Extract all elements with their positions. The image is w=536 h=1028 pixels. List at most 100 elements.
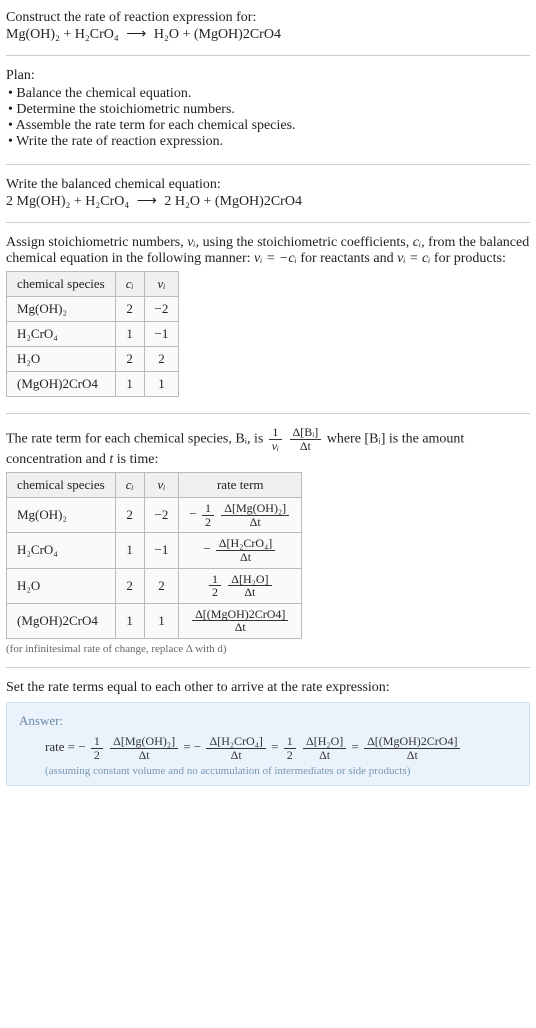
stoich-text: Assign stoichiometric numbers, xyxy=(6,235,187,250)
numerator: Δ[Bᵢ] xyxy=(290,426,322,440)
plan-item: Balance the chemical equation. xyxy=(8,86,530,102)
table-row: H₂CrO₄ 1 −1 − Δ[H₂CrO₄] Δt xyxy=(7,533,302,568)
divider xyxy=(6,222,530,223)
cell-nu: −1 xyxy=(144,533,179,568)
divider xyxy=(6,164,530,165)
col-ci: cᵢ xyxy=(115,473,144,498)
table-row: H₂O 2 2 1 2 Δ[H₂O] Δt xyxy=(7,568,302,603)
conc-fraction: Δ[H₂CrO₄] Δt xyxy=(216,537,275,563)
numerator: 1 xyxy=(202,502,214,516)
c-i: cᵢ xyxy=(413,235,421,250)
coef-fraction: 1 2 xyxy=(91,735,103,761)
numerator: 1 xyxy=(209,573,221,587)
numerator: Δ[(MgOH)2CrO4] xyxy=(364,735,460,749)
numerator: 1 xyxy=(91,735,103,749)
plan-title: Plan: xyxy=(6,68,530,84)
table-row: H₂CrO₄ 1 −1 xyxy=(7,322,179,347)
balanced-left: 2 Mg(OH)₂ + H₂CrO₄ xyxy=(6,194,129,209)
table-row: (MgOH)2CrO4 1 1 xyxy=(7,372,179,397)
rel-products: νᵢ = cᵢ xyxy=(397,251,430,266)
table-row: (MgOH)2CrO4 1 1 Δ[(MgOH)2CrO4] Δt xyxy=(7,603,302,638)
numerator: Δ[H₂O] xyxy=(303,735,346,749)
cell-c: 2 xyxy=(115,297,144,322)
arrow-icon: ⟶ xyxy=(133,193,161,210)
rate-term-table: chemical species cᵢ νᵢ rate term Mg(OH)₂… xyxy=(6,472,302,639)
stoich-text: for products: xyxy=(430,251,505,266)
unbalanced-equation: Mg(OH)₂ + H₂CrO₄ ⟶ H₂O + (MgOH)2CrO4 xyxy=(6,26,530,43)
prefix: = xyxy=(351,739,358,754)
table-row: Mg(OH)₂ 2 −2 − 1 2 Δ[Mg(OH)₂] Δt xyxy=(7,498,302,533)
cell-nu: −2 xyxy=(144,498,179,533)
prefix: = xyxy=(271,739,278,754)
denominator: Δt xyxy=(221,516,289,529)
balanced-right: 2 H₂O + (MgOH)2CrO4 xyxy=(164,194,302,209)
intro-line: Construct the rate of reaction expressio… xyxy=(6,10,530,26)
cell-species: H₂CrO₄ xyxy=(7,322,116,347)
cell-species: (MgOH)2CrO4 xyxy=(7,372,116,397)
eq-right: H₂O + (MgOH)2CrO4 xyxy=(154,27,281,42)
cell-species: (MgOH)2CrO4 xyxy=(7,603,116,638)
denominator: 2 xyxy=(284,749,296,762)
col-ci: cᵢ xyxy=(115,272,144,297)
fraction: Δ[Bᵢ] Δt xyxy=(290,426,322,452)
conc-fraction: Δ[(MgOH)2CrO4] Δt xyxy=(192,608,288,634)
plan-item: Assemble the rate term for each chemical… xyxy=(8,118,530,134)
col-species: chemical species xyxy=(7,473,116,498)
rel-reactants: νᵢ = −cᵢ xyxy=(254,251,297,266)
rate-word: rate xyxy=(45,739,64,754)
col-species: chemical species xyxy=(7,272,116,297)
rate-expression: rate = − 1 2 Δ[Mg(OH)₂] Δt = − Δ[H₂CrO₄]… xyxy=(19,735,517,761)
cell-rate: − Δ[H₂CrO₄] Δt xyxy=(179,533,302,568)
denominator: 2 xyxy=(91,749,103,762)
final-section: Set the rate terms equal to each other t… xyxy=(6,674,530,792)
equals: = xyxy=(68,739,75,754)
prefix: − xyxy=(189,506,196,521)
plan-item: Determine the stoichiometric numbers. xyxy=(8,102,530,118)
divider xyxy=(6,667,530,668)
cell-c: 2 xyxy=(115,347,144,372)
col-rate: rate term xyxy=(179,473,302,498)
cell-c: 2 xyxy=(115,568,144,603)
cell-c: 1 xyxy=(115,533,144,568)
cell-nu: 1 xyxy=(144,372,179,397)
divider xyxy=(6,55,530,56)
coef-fraction: 1 2 xyxy=(202,502,214,528)
conc-fraction: Δ[H₂O] Δt xyxy=(228,573,271,599)
arrow-icon: ⟶ xyxy=(122,26,150,43)
stoich-text: for reactants and xyxy=(297,251,397,266)
cell-species: H₂O xyxy=(7,568,116,603)
cell-c: 2 xyxy=(115,498,144,533)
numerator: Δ[(MgOH)2CrO4] xyxy=(192,608,288,622)
denominator: Δt xyxy=(192,621,288,634)
cell-species: H₂CrO₄ xyxy=(7,533,116,568)
cell-species: H₂O xyxy=(7,347,116,372)
numerator: 1 xyxy=(269,426,282,440)
table-row: Mg(OH)₂ 2 −2 xyxy=(7,297,179,322)
cell-rate: Δ[(MgOH)2CrO4] Δt xyxy=(179,603,302,638)
assumption-note: (assuming constant volume and no accumul… xyxy=(19,765,517,777)
coef-fraction: 1 2 xyxy=(209,573,221,599)
table-header-row: chemical species cᵢ νᵢ rate term xyxy=(7,473,302,498)
divider xyxy=(6,413,530,414)
conc-fraction: Δ[(MgOH)2CrO4] Δt xyxy=(364,735,460,761)
table-header-row: chemical species cᵢ νᵢ xyxy=(7,272,179,297)
conc-fraction: Δ[Mg(OH)₂] Δt xyxy=(221,502,289,528)
plan-section: Plan: Balance the chemical equation. Det… xyxy=(6,62,530,158)
balanced-equation: 2 Mg(OH)₂ + H₂CrO₄ ⟶ 2 H₂O + (MgOH)2CrO4 xyxy=(6,193,530,210)
denominator: Δt xyxy=(364,749,460,762)
cell-species: Mg(OH)₂ xyxy=(7,498,116,533)
denominator: Δt xyxy=(228,586,271,599)
conc-fraction: Δ[H₂O] Δt xyxy=(303,735,346,761)
numerator: 1 xyxy=(284,735,296,749)
answer-label: Answer: xyxy=(19,713,517,729)
conc-fraction: Δ[Mg(OH)₂] Δt xyxy=(110,735,178,761)
cell-nu: −1 xyxy=(144,322,179,347)
denominator: 2 xyxy=(209,586,221,599)
plan-item: Write the rate of reaction expression. xyxy=(8,134,530,150)
rate-term-section: The rate term for each chemical species,… xyxy=(6,420,530,661)
stoich-text: , using the stoichiometric coefficients, xyxy=(196,235,413,250)
stoich-section: Assign stoichiometric numbers, νᵢ, using… xyxy=(6,229,530,407)
plan-list: Balance the chemical equation. Determine… xyxy=(6,86,530,150)
cell-nu: −2 xyxy=(144,297,179,322)
cell-nu: 1 xyxy=(144,603,179,638)
